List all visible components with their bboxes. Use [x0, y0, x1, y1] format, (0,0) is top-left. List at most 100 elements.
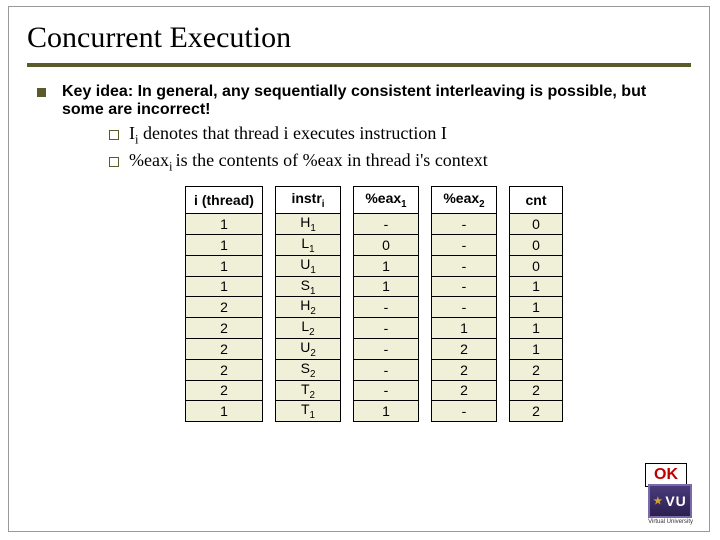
sub-bullet-1-text: Ii denotes that thread i executes instru… — [129, 123, 447, 148]
cell-gap — [497, 318, 510, 339]
cell-cnt: 2 — [510, 380, 563, 401]
cell-gap — [497, 401, 510, 422]
col-gap — [497, 187, 510, 214]
cell-gap — [263, 255, 276, 276]
cell-eax1: - — [354, 380, 419, 401]
cell-gap — [263, 380, 276, 401]
table-row: 2S2-22 — [186, 359, 563, 380]
vu-logo: ★VU Virtual University — [648, 484, 693, 525]
cell-cnt: 0 — [510, 214, 563, 235]
col-gap — [419, 187, 432, 214]
cell-thread: 1 — [186, 401, 263, 422]
col-eax1: %eax1 — [354, 187, 419, 214]
cell-gap — [419, 214, 432, 235]
cell-eax2: 2 — [432, 380, 497, 401]
cell-eax1: 0 — [354, 234, 419, 255]
sub-bullets: Ii denotes that thread i executes instru… — [109, 123, 685, 174]
key-idea-bullet: Key idea: In general, any sequentially c… — [37, 83, 685, 119]
cell-gap — [497, 234, 510, 255]
square-bullet-icon — [37, 88, 46, 97]
cell-gap — [341, 401, 354, 422]
sub-bullet-2-text: %eaxi is the contents of %eax in thread … — [129, 150, 488, 175]
cell-instr: L2 — [276, 318, 341, 339]
cell-gap — [341, 255, 354, 276]
cell-instr: H2 — [276, 297, 341, 318]
table-row: 1S11-1 — [186, 276, 563, 297]
col-thread: i (thread) — [186, 187, 263, 214]
cell-gap — [341, 359, 354, 380]
cell-gap — [341, 234, 354, 255]
cell-gap — [419, 276, 432, 297]
cell-eax2: 2 — [432, 338, 497, 359]
cell-gap — [263, 214, 276, 235]
cell-gap — [341, 276, 354, 297]
cell-eax1: - — [354, 297, 419, 318]
cell-instr: U2 — [276, 338, 341, 359]
cell-cnt: 1 — [510, 338, 563, 359]
table-row: 1H1--0 — [186, 214, 563, 235]
cell-cnt: 1 — [510, 297, 563, 318]
cell-eax2: - — [432, 297, 497, 318]
table-row: 2U2-21 — [186, 338, 563, 359]
col-gap — [341, 187, 354, 214]
table-row: 2H2--1 — [186, 297, 563, 318]
page-title: Concurrent Execution — [27, 17, 691, 67]
cell-gap — [419, 359, 432, 380]
star-icon: ★ — [653, 496, 663, 507]
table-row: 1T11-2 — [186, 401, 563, 422]
cell-gap — [263, 338, 276, 359]
hollow-square-icon — [109, 130, 119, 140]
trace-table-wrap: i (thread) instri %eax1 %eax2 cnt 1H1--0… — [185, 186, 685, 422]
cell-gap — [263, 359, 276, 380]
cell-eax2: - — [432, 276, 497, 297]
cell-gap — [419, 297, 432, 318]
cell-eax1: - — [354, 359, 419, 380]
cell-gap — [497, 276, 510, 297]
cell-instr: U1 — [276, 255, 341, 276]
cell-instr: T1 — [276, 401, 341, 422]
content-area: Key idea: In general, any sequentially c… — [27, 67, 691, 422]
cell-instr: S2 — [276, 359, 341, 380]
cell-gap — [497, 359, 510, 380]
cell-gap — [497, 338, 510, 359]
cell-thread: 1 — [186, 276, 263, 297]
cell-eax1: - — [354, 318, 419, 339]
col-gap — [263, 187, 276, 214]
slide-frame: Concurrent Execution Key idea: In genera… — [8, 6, 710, 532]
cell-cnt: 0 — [510, 255, 563, 276]
table-header-row: i (thread) instri %eax1 %eax2 cnt — [186, 187, 563, 214]
cell-thread: 2 — [186, 318, 263, 339]
cell-eax1: 1 — [354, 401, 419, 422]
table-row: 2L2-11 — [186, 318, 563, 339]
cell-thread: 1 — [186, 234, 263, 255]
table-row: 1U11-0 — [186, 255, 563, 276]
cell-thread: 1 — [186, 255, 263, 276]
cell-gap — [263, 276, 276, 297]
cell-eax1: - — [354, 214, 419, 235]
cell-gap — [341, 318, 354, 339]
cell-eax2: - — [432, 401, 497, 422]
cell-instr: L1 — [276, 234, 341, 255]
cell-thread: 2 — [186, 380, 263, 401]
cell-eax1: 1 — [354, 276, 419, 297]
cell-gap — [497, 255, 510, 276]
cell-gap — [263, 318, 276, 339]
table-row: 1L10-0 — [186, 234, 563, 255]
cell-thread: 1 — [186, 214, 263, 235]
cell-gap — [419, 380, 432, 401]
cell-gap — [263, 234, 276, 255]
cell-instr: H1 — [276, 214, 341, 235]
vu-badge-icon: ★VU — [648, 484, 692, 518]
col-eax2: %eax2 — [432, 187, 497, 214]
cell-eax2: - — [432, 214, 497, 235]
cell-gap — [419, 338, 432, 359]
cell-gap — [497, 380, 510, 401]
cell-thread: 2 — [186, 297, 263, 318]
cell-gap — [419, 255, 432, 276]
key-idea-text: Key idea: In general, any sequentially c… — [62, 83, 685, 119]
cell-instr: T2 — [276, 380, 341, 401]
vu-caption: Virtual University — [648, 519, 693, 525]
cell-gap — [419, 234, 432, 255]
cell-eax2: 1 — [432, 318, 497, 339]
cell-cnt: 1 — [510, 276, 563, 297]
